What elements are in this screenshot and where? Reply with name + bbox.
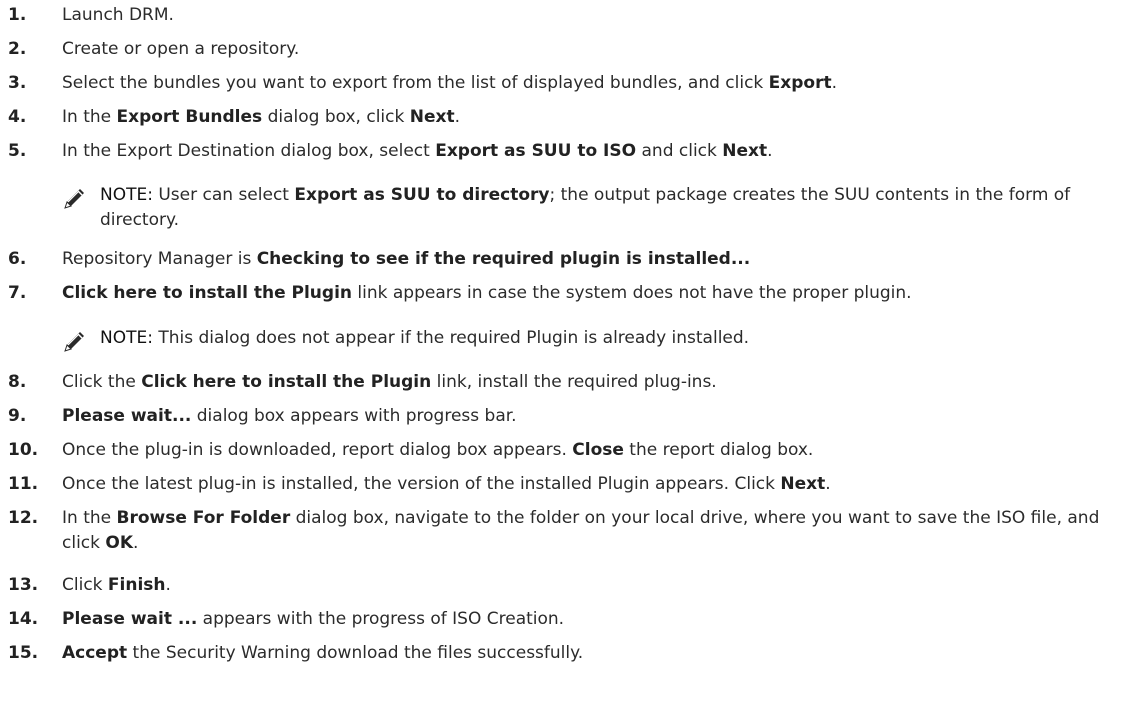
- step-text: In the Export Destination dialog box, se…: [62, 141, 773, 161]
- step-text: Once the plug-in is downloaded, report d…: [62, 440, 814, 460]
- step-number: 1.: [8, 5, 27, 25]
- step-text: Click the Click here to install the Plug…: [62, 372, 717, 392]
- step-text: Repository Manager is Checking to see if…: [62, 249, 751, 269]
- note-text: NOTE: User can select Export as SUU to d…: [100, 185, 1071, 230]
- pencil-note-icon: [64, 189, 84, 209]
- step-text: Create or open a repository.: [62, 39, 300, 59]
- step-text: Launch DRM.: [62, 5, 174, 25]
- step-text: Please wait... dialog box appears with p…: [62, 406, 517, 426]
- step-number: 13.: [8, 575, 39, 595]
- step-text: Once the latest plug-in is installed, th…: [62, 474, 831, 494]
- step-number: 3.: [8, 73, 27, 93]
- step-number: 14.: [8, 609, 39, 629]
- step-number: 15.: [8, 643, 39, 663]
- step-number: 7.: [8, 283, 27, 303]
- step-text: Accept the Security Warning download the…: [62, 643, 584, 663]
- step-text: Click Finish.: [62, 575, 171, 595]
- step-text: In the Browse For Folder dialog box, nav…: [62, 508, 1100, 553]
- step-text: Please wait ... appears with the progres…: [62, 609, 565, 629]
- step-text: Click here to install the Plugin link ap…: [62, 283, 912, 303]
- note-label: NOTE:: [100, 185, 153, 205]
- step-number: 10.: [8, 440, 39, 460]
- step-number: 8.: [8, 372, 27, 392]
- step-number: 12.: [8, 508, 39, 528]
- note-text: NOTE: This dialog does not appear if the…: [100, 328, 750, 348]
- pencil-note-icon: [64, 332, 84, 352]
- step-text: In the Export Bundles dialog box, click …: [62, 107, 461, 127]
- step-text: Select the bundles you want to export fr…: [62, 73, 838, 93]
- step-number: 2.: [8, 39, 27, 59]
- note-label: NOTE:: [100, 328, 153, 348]
- step-number: 4.: [8, 107, 27, 127]
- step-number: 5.: [8, 141, 27, 161]
- step-number: 11.: [8, 474, 39, 494]
- step-number: 6.: [8, 249, 27, 269]
- step-number: 9.: [8, 406, 27, 426]
